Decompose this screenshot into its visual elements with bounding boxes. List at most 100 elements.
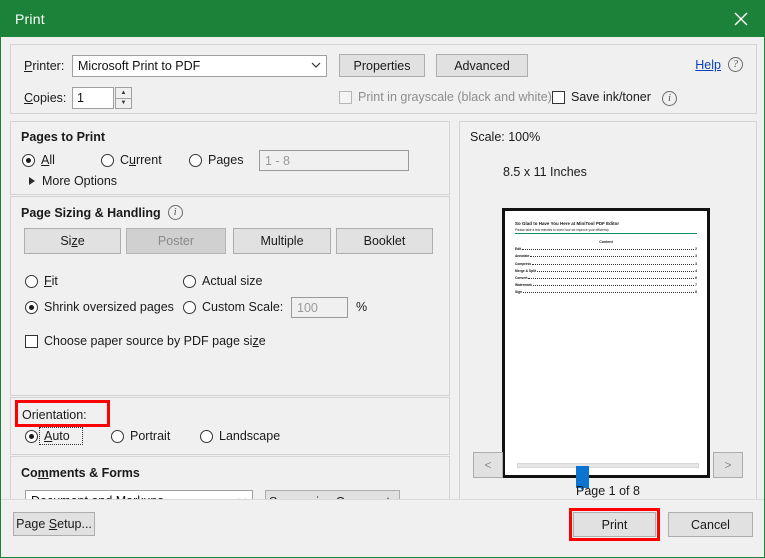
paper-source-label: Choose paper source by PDF page size bbox=[44, 334, 266, 348]
cancel-button-label: Cancel bbox=[691, 517, 730, 532]
window-title: Print bbox=[15, 11, 45, 27]
toc-entry-label: Convert bbox=[515, 275, 528, 280]
document-title: So Glad to Have You Here at MiniTool PDF… bbox=[515, 221, 620, 226]
save-ink-checkbox-row[interactable]: Save ink/toner bbox=[552, 90, 651, 104]
print-button[interactable]: Print bbox=[573, 512, 656, 537]
paper-size-text: 8.5 x 11 Inches bbox=[503, 165, 587, 179]
radio-custom-scale-indicator[interactable] bbox=[183, 300, 196, 314]
radio-all-indicator[interactable] bbox=[22, 153, 35, 167]
dialog-body: Printer: Microsoft Print to PDF Properti… bbox=[1, 37, 764, 557]
more-options-toggle[interactable]: More Options bbox=[29, 174, 117, 188]
title-bar: Print bbox=[1, 1, 764, 37]
radio-shrink-oversized-indicator[interactable] bbox=[25, 300, 38, 314]
stepper-down-icon[interactable]: ▼ bbox=[115, 97, 132, 109]
multiple-button[interactable]: Multiple bbox=[233, 228, 331, 254]
radio-orientation-landscape[interactable]: Landscape bbox=[200, 429, 280, 443]
pages-range-input[interactable]: 1 - 8 bbox=[259, 150, 409, 171]
printer-row: Printer: Microsoft Print to PDF Properti… bbox=[24, 54, 528, 77]
page-sizing-group: Page Sizing & Handling i Size Poster Mul… bbox=[10, 196, 450, 396]
cancel-button[interactable]: Cancel bbox=[668, 512, 753, 537]
radio-orientation-auto-indicator[interactable] bbox=[25, 429, 38, 443]
grayscale-checkbox[interactable] bbox=[339, 90, 352, 104]
grayscale-checkbox-row[interactable]: Print in grayscale (black and white) bbox=[339, 90, 552, 104]
radio-custom-scale[interactable]: Custom Scale: bbox=[183, 300, 283, 314]
preview-nav-row: < > bbox=[460, 452, 756, 490]
printer-section: Printer: Microsoft Print to PDF Properti… bbox=[10, 44, 757, 114]
printer-label: Printer: bbox=[24, 58, 65, 73]
toc-entry-page: 2 bbox=[695, 247, 697, 252]
toc-leader-dots bbox=[530, 254, 695, 258]
toc-leader-dots bbox=[523, 290, 695, 294]
radio-actual-size-indicator[interactable] bbox=[183, 274, 196, 288]
copies-value: 1 bbox=[77, 91, 84, 105]
radio-fit-label: Fit bbox=[44, 274, 58, 288]
radio-pages-indicator[interactable] bbox=[189, 153, 202, 167]
close-icon[interactable] bbox=[718, 1, 764, 37]
radio-orientation-landscape-label: Landscape bbox=[219, 429, 281, 443]
toc-entry-label: Watermark bbox=[515, 283, 532, 288]
radio-orientation-portrait-indicator[interactable] bbox=[111, 429, 124, 443]
size-button[interactable]: Size bbox=[24, 228, 121, 254]
toc-leader-dots bbox=[522, 247, 695, 251]
printer-select[interactable]: Microsoft Print to PDF bbox=[72, 54, 327, 77]
custom-scale-input[interactable]: 100 bbox=[291, 297, 348, 318]
radio-fit-indicator[interactable] bbox=[25, 274, 38, 288]
page-sizing-header: Page Sizing & Handling i bbox=[21, 205, 183, 220]
toc-row: Merge & Split 4 bbox=[515, 269, 697, 273]
properties-button[interactable]: Properties bbox=[339, 54, 425, 77]
radio-current-label: Current bbox=[120, 153, 162, 167]
toc-entry-page: 8 bbox=[695, 290, 697, 295]
pages-to-print-title: Pages to Print bbox=[21, 130, 106, 144]
copies-input[interactable]: 1 bbox=[72, 87, 114, 109]
page-setup-button[interactable]: Page Setup... bbox=[13, 512, 95, 536]
radio-orientation-auto[interactable]: Auto bbox=[25, 429, 70, 443]
properties-label: Properties bbox=[353, 58, 411, 73]
document-subtitle: Please take a few minutes to learn how w… bbox=[515, 227, 609, 232]
radio-orientation-portrait-label: Portrait bbox=[130, 429, 171, 443]
booklet-button[interactable]: Booklet bbox=[336, 228, 433, 254]
booklet-label: Booklet bbox=[363, 234, 406, 248]
toc-entry-page: 7 bbox=[695, 283, 697, 288]
radio-orientation-portrait[interactable]: Portrait bbox=[111, 429, 170, 443]
previous-page-button[interactable]: < bbox=[473, 452, 503, 478]
radio-shrink-oversized[interactable]: Shrink oversized pages bbox=[25, 300, 174, 314]
radio-pages[interactable]: Pages bbox=[189, 153, 243, 167]
poster-label: Poster bbox=[157, 234, 195, 248]
page-indicator: Page 1 of 8 bbox=[576, 484, 640, 498]
radio-actual-size[interactable]: Actual size bbox=[183, 274, 262, 288]
save-ink-checkbox[interactable] bbox=[552, 90, 565, 104]
toc-leader-dots bbox=[537, 269, 695, 272]
toc-row: Sign 8 bbox=[515, 290, 697, 294]
copies-row: Copies: 1 ▲ ▼ bbox=[24, 87, 132, 109]
radio-orientation-landscape-indicator[interactable] bbox=[200, 429, 213, 443]
scale-text: Scale: 100% bbox=[470, 130, 541, 144]
previous-page-label: < bbox=[484, 458, 492, 472]
custom-scale-value: 100 bbox=[297, 300, 318, 315]
page-sizing-info-icon[interactable]: i bbox=[167, 205, 183, 220]
help-group[interactable]: Help ? bbox=[695, 57, 743, 72]
poster-button[interactable]: Poster bbox=[126, 228, 226, 254]
paper-source-checkbox-row[interactable]: Choose paper source by PDF page size bbox=[25, 334, 266, 348]
radio-fit[interactable]: Fit bbox=[25, 274, 58, 288]
toc-leader-dots bbox=[532, 283, 695, 287]
stepper-up-icon[interactable]: ▲ bbox=[115, 87, 132, 98]
paper-source-checkbox[interactable] bbox=[25, 334, 38, 348]
preview-page: So Glad to Have You Here at MiniTool PDF… bbox=[502, 208, 710, 478]
help-link[interactable]: Help bbox=[695, 58, 721, 72]
save-ink-info-icon[interactable]: i bbox=[662, 91, 677, 106]
question-circle-icon[interactable]: ? bbox=[728, 57, 743, 72]
radio-pages-label: Pages bbox=[208, 153, 244, 167]
percent-symbol: % bbox=[356, 300, 368, 314]
toc-entry-page: 4 bbox=[695, 268, 697, 273]
radio-current[interactable]: Current bbox=[101, 153, 162, 167]
next-page-label: > bbox=[724, 458, 732, 472]
advanced-button[interactable]: Advanced bbox=[436, 54, 528, 77]
radio-actual-size-label: Actual size bbox=[202, 274, 263, 288]
radio-all[interactable]: All bbox=[22, 153, 55, 167]
copies-stepper[interactable]: ▲ ▼ bbox=[115, 87, 132, 109]
size-label: Size bbox=[60, 234, 85, 248]
toc-row: Watermark 7 bbox=[515, 283, 697, 287]
next-page-button[interactable]: > bbox=[713, 452, 743, 478]
radio-current-indicator[interactable] bbox=[101, 153, 114, 167]
page-slider-track[interactable] bbox=[517, 463, 699, 490]
